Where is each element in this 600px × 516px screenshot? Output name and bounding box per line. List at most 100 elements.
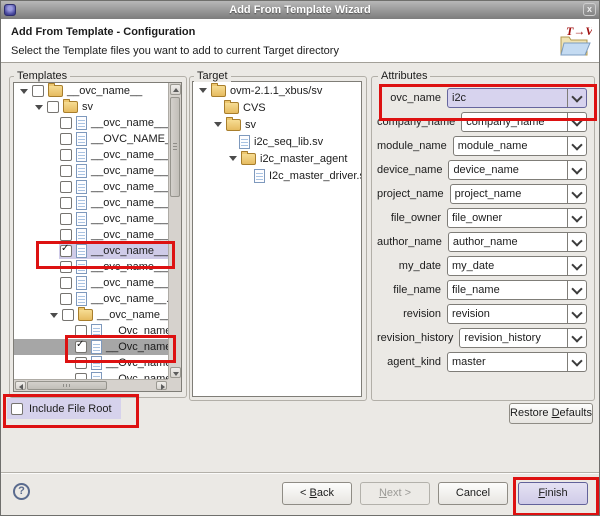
tree-item-checkbox[interactable] [60, 197, 72, 209]
tree-item[interactable]: sv [14, 99, 168, 115]
vertical-scroll-thumb[interactable] [170, 97, 180, 197]
tree-item-label: sv [82, 101, 93, 113]
tree-item-checkbox[interactable] [75, 357, 87, 369]
dropdown-button[interactable] [567, 185, 586, 203]
tree-item-checkbox[interactable] [60, 245, 72, 257]
tree-item[interactable]: I2c_master_driver.sv [193, 167, 361, 184]
scroll-right-icon[interactable] [161, 384, 165, 390]
horizontal-scrollbar[interactable] [14, 379, 168, 391]
tree-item-checkbox[interactable] [60, 181, 72, 193]
tree-item-checkbox[interactable] [60, 117, 72, 129]
tree-item[interactable]: __ovc_name___bus_ [14, 115, 168, 131]
wizard-dialog: Add From Template Wizard x Add From Temp… [0, 0, 600, 516]
dropdown-button[interactable] [567, 329, 586, 347]
tree-item-checkbox[interactable] [75, 325, 87, 337]
dropdown-button[interactable] [567, 113, 586, 131]
attribute-combo[interactable]: revision_history [459, 328, 587, 348]
attribute-row: my_datemy_date [377, 256, 587, 276]
tree-item[interactable]: __ovc_name____ag [14, 307, 168, 323]
dropdown-button[interactable] [567, 257, 586, 275]
file-icon [76, 260, 87, 274]
restore-defaults-button[interactable]: Restore Defaults [509, 403, 593, 424]
attribute-combo[interactable]: company_name [461, 112, 587, 132]
tree-item-checkbox[interactable] [75, 341, 87, 353]
include-file-root-checkbox[interactable] [11, 403, 23, 415]
tree-item-checkbox[interactable] [60, 213, 72, 225]
dropdown-button[interactable] [567, 305, 586, 323]
dropdown-button[interactable] [567, 281, 586, 299]
back-button[interactable]: < Back [282, 482, 352, 505]
dropdown-button[interactable] [567, 353, 586, 371]
close-icon[interactable]: x [583, 3, 596, 16]
dropdown-button[interactable] [567, 209, 586, 227]
expander-icon[interactable] [214, 122, 222, 127]
dropdown-button[interactable] [567, 233, 586, 251]
expander-icon[interactable] [229, 156, 237, 161]
tree-item[interactable]: __ovc_name__.svh [14, 291, 168, 307]
file-icon [76, 276, 87, 290]
tree-item-checkbox[interactable] [47, 101, 59, 113]
expander-icon[interactable] [35, 105, 43, 110]
tree-item[interactable]: __ovc_name___inter [14, 227, 168, 243]
attribute-combo[interactable]: master [447, 352, 587, 372]
attribute-combo[interactable]: i2c [447, 88, 587, 108]
attribute-combo[interactable]: file_name [447, 280, 587, 300]
tree-item[interactable]: __ovc_name___bus_ [14, 179, 168, 195]
attribute-combo[interactable]: author_name [448, 232, 587, 252]
tree-item-checkbox[interactable] [60, 261, 72, 273]
dropdown-button[interactable] [567, 89, 586, 107]
tree-item-checkbox[interactable] [32, 85, 44, 97]
tree-item[interactable]: __ovc_name___type [14, 147, 168, 163]
horizontal-scroll-thumb[interactable] [27, 381, 107, 390]
tree-item-checkbox[interactable] [60, 229, 72, 241]
expander-icon[interactable] [199, 88, 207, 93]
file-icon [76, 148, 87, 162]
tree-item-checkbox[interactable] [60, 277, 72, 289]
cancel-button[interactable]: Cancel [438, 482, 508, 505]
tree-item[interactable]: __ovc_name___sequ [14, 211, 168, 227]
scroll-left-icon[interactable] [19, 384, 23, 390]
tree-item-checkbox[interactable] [60, 165, 72, 177]
tree-item[interactable]: __ovc_name__ [14, 83, 168, 99]
finish-button[interactable]: Finish [518, 482, 588, 505]
attribute-combo[interactable]: revision [447, 304, 587, 324]
tree-item[interactable]: i2c_seq_lib.sv [193, 133, 361, 150]
titlebar[interactable]: Add From Template Wizard x [1, 1, 599, 20]
vertical-scrollbar[interactable] [168, 83, 181, 379]
tree-item[interactable]: i2c_master_agent [193, 150, 361, 167]
scroll-up-icon[interactable] [173, 88, 179, 92]
tree-item[interactable]: sv [193, 116, 361, 133]
attribute-value: revision_history [460, 332, 567, 344]
attribute-combo[interactable]: my_date [447, 256, 587, 276]
tree-item-label: __ovc_name___type [91, 149, 168, 161]
tree-item[interactable]: __ovc_name___tran [14, 195, 168, 211]
include-file-root-row[interactable]: Include File Root [7, 398, 121, 419]
attribute-combo[interactable]: device_name [448, 160, 587, 180]
tree-item[interactable]: __Ovc_name____ [14, 339, 168, 355]
tree-item[interactable]: __Ovc_name____ [14, 323, 168, 339]
tree-item-checkbox[interactable] [62, 309, 74, 321]
attribute-label: my_date [377, 260, 447, 272]
next-button[interactable]: Next > [360, 482, 430, 505]
tree-item[interactable]: __ovc_name___seq_ [14, 243, 168, 259]
tree-item[interactable]: __OVC_NAME___env [14, 131, 168, 147]
expander-icon[interactable] [50, 313, 58, 318]
tree-item-checkbox[interactable] [60, 149, 72, 161]
tree-item-checkbox[interactable] [60, 133, 72, 145]
tree-item[interactable]: CVS [193, 99, 361, 116]
dropdown-button[interactable] [567, 137, 586, 155]
tree-item[interactable]: __ovc_name___sequ [14, 275, 168, 291]
scroll-down-icon[interactable] [173, 372, 179, 376]
expander-icon[interactable] [20, 89, 28, 94]
dropdown-button[interactable] [567, 161, 586, 179]
attribute-combo[interactable]: file_owner [447, 208, 587, 228]
attribute-combo[interactable]: module_name [453, 136, 587, 156]
tree-item[interactable]: __ovc_name___env. [14, 163, 168, 179]
attribute-combo[interactable]: project_name [450, 184, 587, 204]
tree-item[interactable]: ovm-2.1.1_xbus/sv [193, 82, 361, 99]
tree-item[interactable]: __ovc_name___inter [14, 259, 168, 275]
tree-item[interactable]: __Ovc_name____ [14, 371, 168, 379]
tree-item[interactable]: __Ovc_name____ [14, 355, 168, 371]
tree-item-checkbox[interactable] [60, 293, 72, 305]
help-button[interactable]: ? [13, 483, 30, 500]
